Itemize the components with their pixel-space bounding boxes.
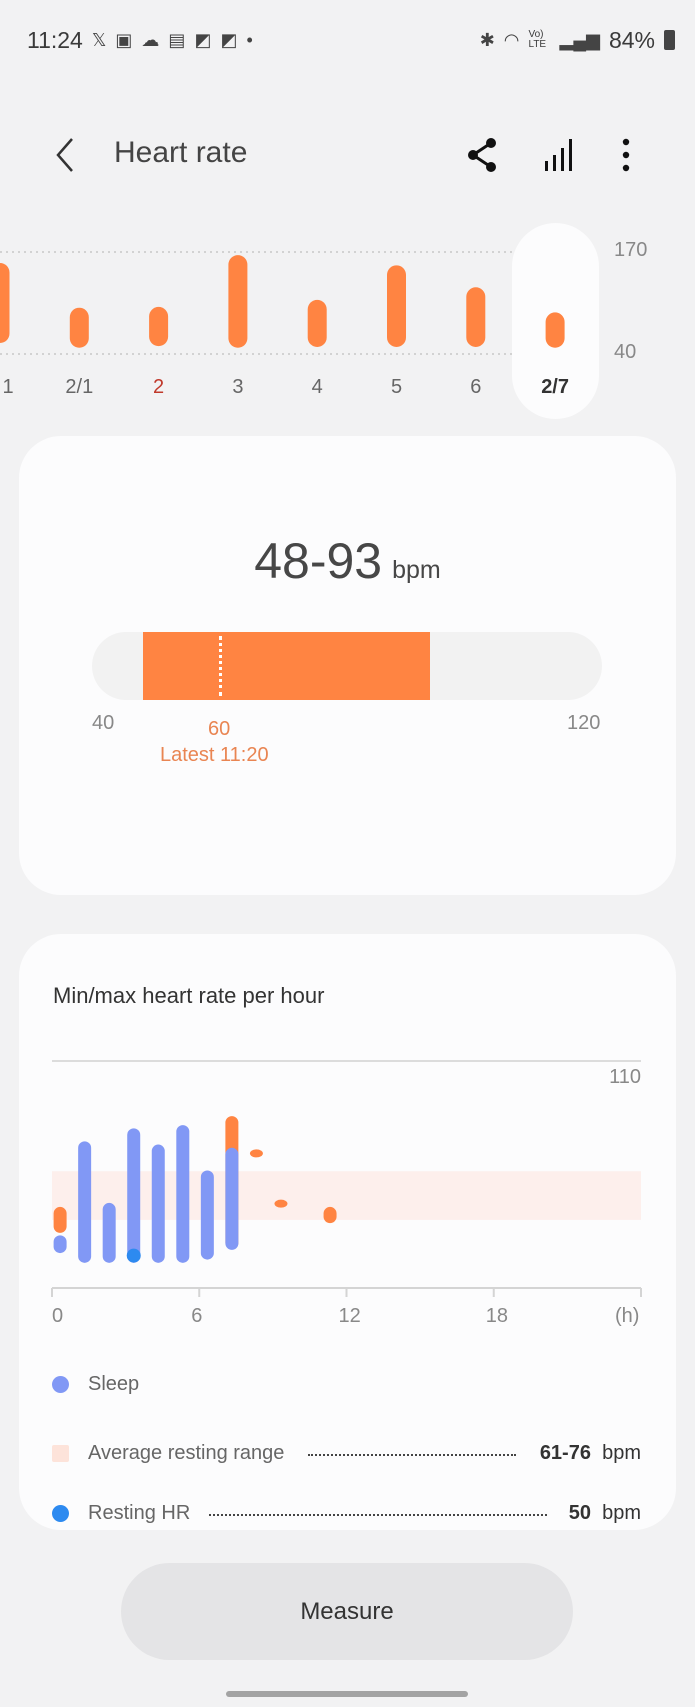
sleep-bar-hour-0: [53, 1235, 67, 1254]
status-bar: 11:24 𝕏 ▣ ☁ ▤ ◩ ◩ • ✱ ◠ Vo) LTE ▂▄▆ 84%: [27, 24, 675, 56]
signal-icon: ▂▄▆: [559, 29, 600, 50]
weekly-chart[interactable]: [0, 200, 695, 430]
back-icon[interactable]: [46, 135, 86, 175]
gallery-icon: ▣: [115, 29, 133, 50]
hourly-chart[interactable]: [0, 1040, 695, 1300]
battery-icon: [664, 30, 675, 50]
resting-range-value: 61-76 bpm: [539, 1442, 641, 1464]
cloud-icon: ☁: [141, 29, 160, 50]
resting-range-legend-icon: [52, 1445, 69, 1462]
share-icon[interactable]: [462, 135, 502, 175]
clock: 11:24: [27, 26, 83, 53]
hr-bar-hour-0: [53, 1206, 67, 1233]
week-bar-4: [307, 299, 327, 347]
range-bar: [92, 632, 602, 700]
resting-range-label: Average resting range: [88, 1442, 285, 1464]
sleep-legend-icon: [52, 1376, 69, 1393]
sleep-bar-hour-7: [225, 1147, 239, 1250]
range-bar-fill: [143, 632, 430, 700]
heart-rate-range: 48-93 bpm: [0, 532, 695, 590]
more-icon[interactable]: [606, 135, 646, 175]
week-label-2/1[interactable]: 2/1: [65, 376, 93, 399]
x-tick-label: (h): [615, 1305, 640, 1327]
resting-hr-legend-icon: [52, 1505, 69, 1522]
sleep-bar-hour-5: [176, 1125, 190, 1263]
ok-icon: ◩: [220, 29, 238, 50]
week-label-5[interactable]: 5: [391, 376, 402, 399]
hr-bar-hour-11: [323, 1206, 337, 1224]
leader-dots: [209, 1514, 547, 1516]
home-indicator[interactable]: [226, 1691, 468, 1697]
week-label-2[interactable]: 2: [153, 376, 164, 399]
hourly-title: Min/max heart rate per hour: [53, 983, 325, 1008]
sleep-bar-hour-4: [151, 1144, 165, 1263]
sleep-bar-hour-1: [78, 1141, 92, 1263]
sleep-bar-hour-3: [127, 1128, 141, 1263]
dot-icon: •: [246, 29, 253, 50]
ge-icon: ▤: [168, 29, 186, 50]
range-value: 48-93: [254, 533, 383, 589]
week-bar-6: [466, 287, 486, 347]
hr-bar-hour-9: [274, 1199, 288, 1208]
resting-hr-label: Resting HR: [88, 1502, 191, 1524]
bluetooth-icon: ✱: [479, 29, 495, 50]
wifi-icon: ◠: [503, 29, 520, 50]
y-tick-170: 170: [614, 239, 648, 261]
sleep-bar-hour-6: [200, 1170, 214, 1260]
week-bar-2/7: [545, 312, 565, 348]
sleep-legend-label: Sleep: [88, 1373, 140, 1395]
week-label-1[interactable]: 1: [2, 376, 13, 399]
week-bar-3: [228, 255, 248, 348]
scale-min: 40: [92, 712, 115, 734]
trends-icon[interactable]: [539, 135, 579, 175]
resting-hr-point: [126, 1248, 141, 1263]
page-title: Heart rate: [114, 136, 248, 169]
leader-dots: [308, 1454, 516, 1456]
week-label-2/7[interactable]: 2/7: [541, 376, 569, 399]
week-bar-2/1: [69, 307, 89, 348]
week-bar-5: [387, 265, 406, 347]
battery-text: 84%: [608, 26, 655, 53]
y-tick-40: 40: [614, 341, 637, 363]
x-icon: 𝕏: [91, 29, 107, 50]
resting-range-band: [52, 1171, 641, 1220]
sleep-bar-hour-2: [102, 1202, 116, 1263]
ok-icon: ◩: [194, 29, 212, 50]
week-bar-2: [149, 306, 169, 347]
volte-icon: Vo) LTE: [528, 29, 547, 50]
x-tick-label: 18: [485, 1305, 508, 1327]
week-label-3[interactable]: 3: [232, 376, 243, 399]
x-tick-label: 6: [191, 1305, 203, 1327]
y-tick-110: 110: [609, 1066, 641, 1088]
measure-button[interactable]: Measure: [121, 1563, 573, 1660]
x-tick-label: 0: [52, 1305, 64, 1327]
x-tick-label: 12: [338, 1305, 361, 1327]
scale-max: 120: [567, 712, 601, 734]
resting-hr-value: 50 bpm: [568, 1502, 641, 1524]
range-unit: bpm: [392, 556, 441, 584]
hr-bar-hour-8: [249, 1149, 263, 1158]
latest-label: Latest 11:20: [160, 744, 269, 766]
week-label-4[interactable]: 4: [312, 376, 323, 399]
latest-value: 60: [208, 718, 231, 740]
week-bar-1: [0, 262, 10, 344]
latest-marker: [218, 636, 222, 696]
week-label-6[interactable]: 6: [470, 376, 481, 399]
